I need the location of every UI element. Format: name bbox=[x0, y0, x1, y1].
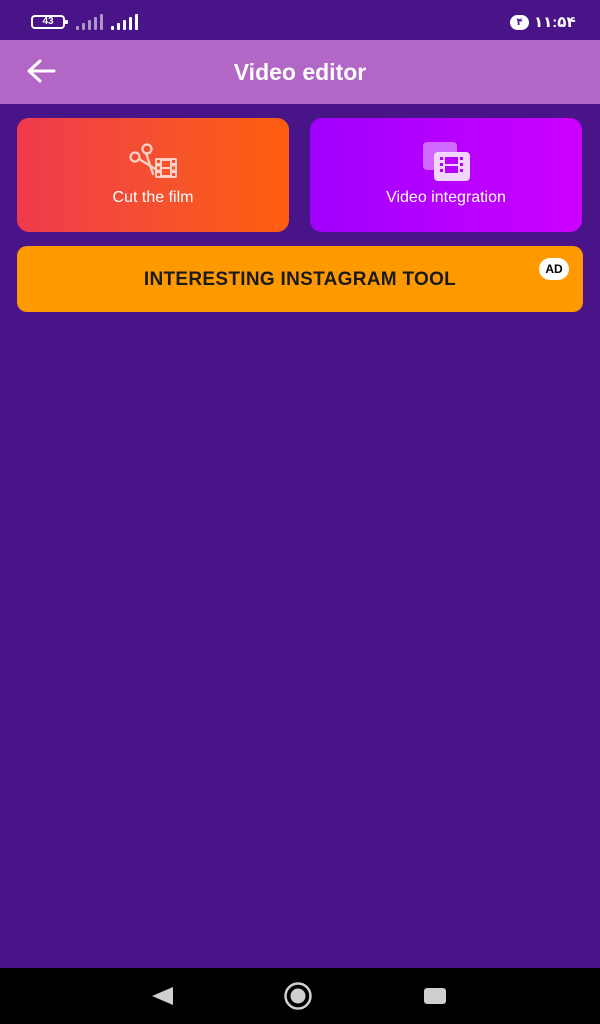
square-recents-icon bbox=[424, 988, 446, 1004]
ad-badge: AD bbox=[539, 258, 569, 280]
video-integration-card[interactable]: Video integration bbox=[310, 118, 582, 232]
signal-strength-sim2-icon bbox=[111, 14, 139, 30]
screen: 43 ۴ ۱۱:۵۴ Video editor Cut the film Vid… bbox=[0, 0, 600, 1024]
battery-indicator: 43 bbox=[31, 15, 68, 29]
instagram-tool-banner[interactable]: INTERESTING INSTAGRAM TOOL AD bbox=[17, 246, 583, 312]
nav-recents-button[interactable] bbox=[415, 982, 455, 1010]
video-integration-label: Video integration bbox=[386, 189, 506, 206]
nav-home-button[interactable] bbox=[278, 982, 318, 1010]
app-toolbar: Video editor bbox=[0, 40, 600, 104]
cut-film-label: Cut the film bbox=[112, 189, 194, 206]
signal-strength-sim1-icon bbox=[76, 14, 104, 30]
cut-film-card[interactable]: Cut the film bbox=[17, 118, 289, 232]
status-clock: ۱۱:۵۴ bbox=[534, 14, 576, 31]
battery-level: 43 bbox=[42, 16, 54, 27]
status-bar: 43 ۴ ۱۱:۵۴ bbox=[0, 0, 600, 40]
nav-back-button[interactable] bbox=[142, 982, 182, 1010]
page-title: Video editor bbox=[233, 59, 367, 85]
film-stack-icon bbox=[310, 142, 582, 182]
system-navigation-bar bbox=[0, 968, 600, 1024]
triangle-back-icon bbox=[152, 987, 173, 1005]
circle-home-icon bbox=[284, 982, 312, 1010]
scissors-film-icon bbox=[17, 142, 289, 182]
banner-label: INTERESTING INSTAGRAM TOOL bbox=[143, 269, 457, 290]
notification-badge: ۴ bbox=[510, 15, 529, 30]
